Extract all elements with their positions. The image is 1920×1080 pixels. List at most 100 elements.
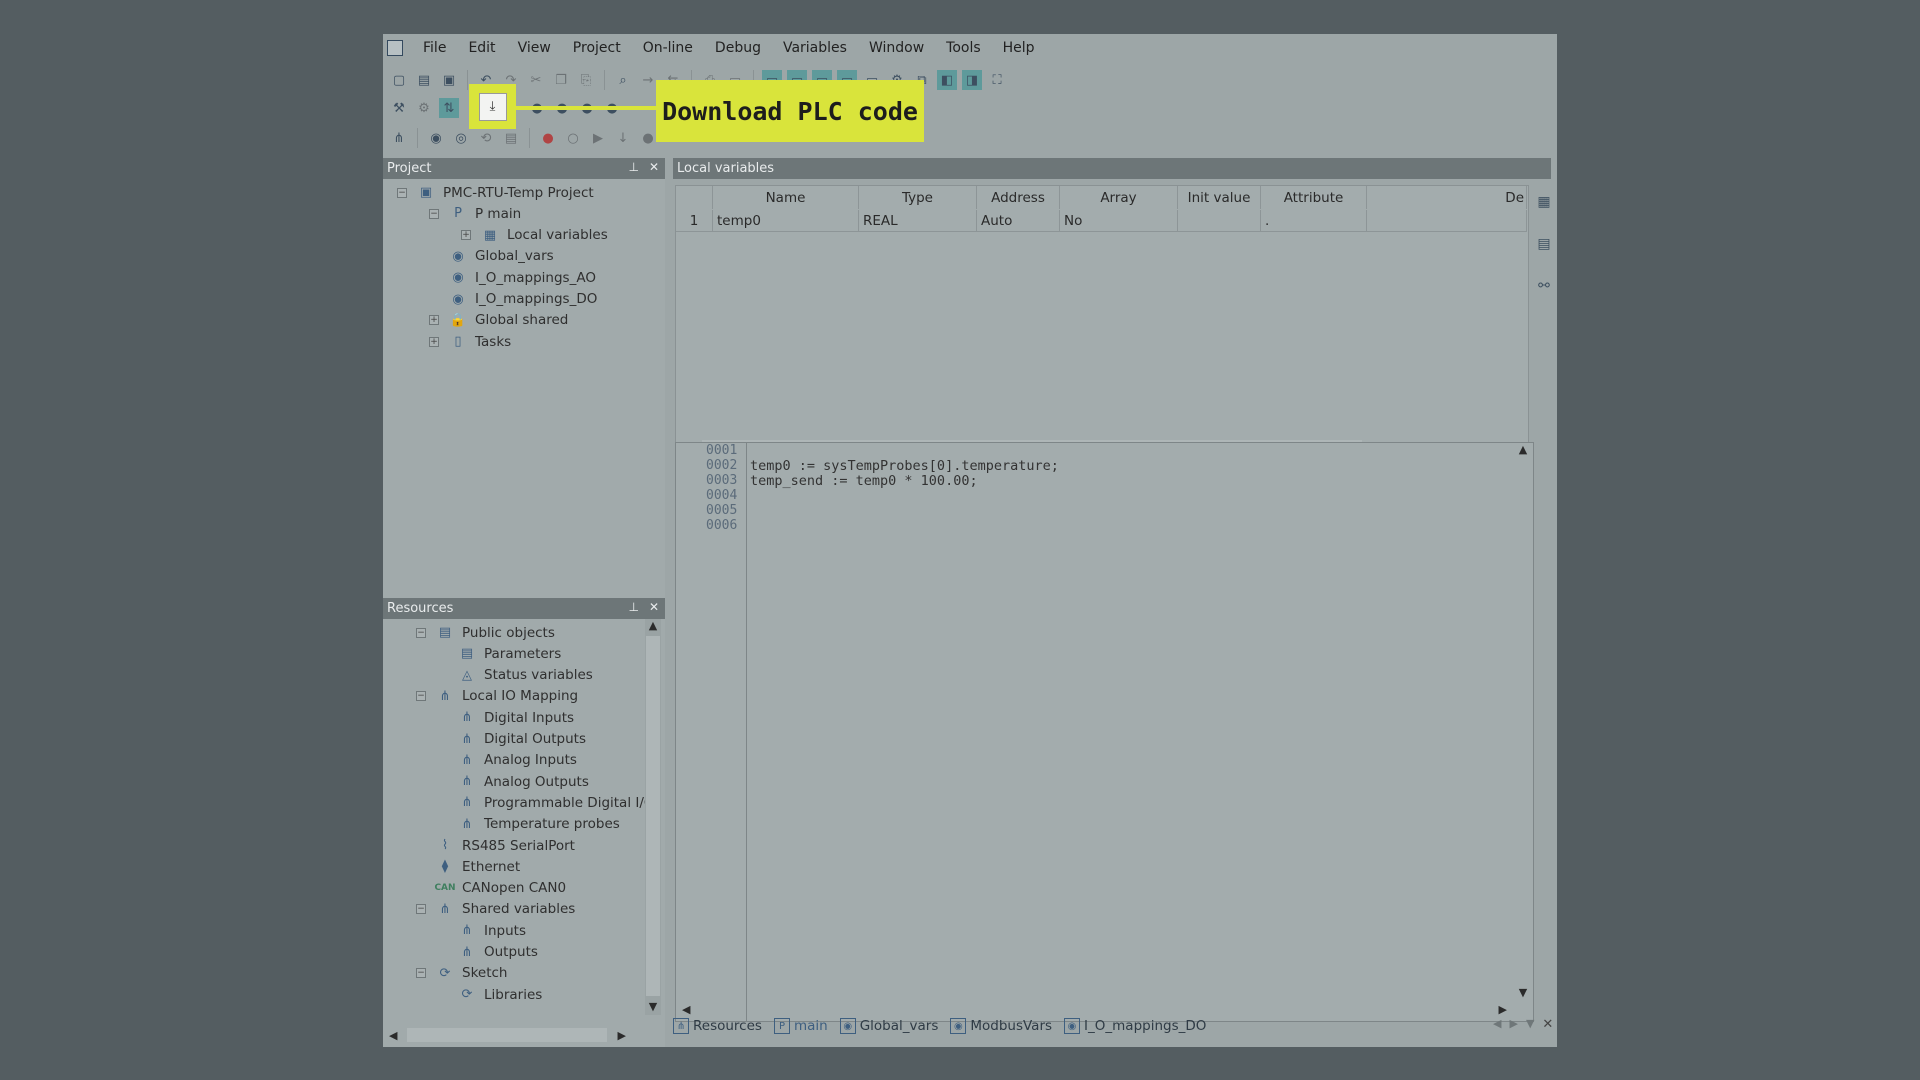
menu-online[interactable]: On-line: [643, 40, 693, 56]
tab-prev-icon[interactable]: ◀: [1493, 1017, 1501, 1032]
expand-toggle-icon[interactable]: −: [397, 187, 407, 198]
col-description[interactable]: De: [1367, 186, 1527, 209]
cell-attribute[interactable]: .: [1261, 210, 1367, 232]
expand-toggle-icon[interactable]: −: [416, 627, 426, 638]
tree-item[interactable]: ⋔ Digital Outputs: [438, 729, 586, 750]
code-line[interactable]: temp_send := temp0 * 100.00;: [750, 473, 978, 489]
resources-vscroll[interactable]: ▲ ▼: [645, 619, 661, 1015]
tree-item[interactable]: ◉ I_O_mappings_DO: [429, 289, 597, 310]
record-icon[interactable]: ●: [638, 128, 658, 148]
tab-next-icon[interactable]: ▶: [1509, 1017, 1517, 1032]
tree-item[interactable]: ⋔ Temperature probes: [438, 814, 620, 835]
scroll-right-icon[interactable]: ▶: [1498, 1003, 1506, 1016]
table-row[interactable]: 1 temp0 REAL Auto No .: [676, 210, 1527, 232]
menu-tools[interactable]: Tools: [946, 40, 981, 56]
scroll-up-icon[interactable]: ▲: [649, 619, 657, 632]
menu-view[interactable]: View: [518, 40, 551, 56]
expand-toggle-icon[interactable]: −: [416, 691, 426, 702]
simulation-icon[interactable]: ◎: [451, 128, 471, 148]
watch-icon[interactable]: ◨: [962, 70, 982, 90]
paste-icon[interactable]: ⎘: [576, 70, 596, 90]
menu-window[interactable]: Window: [869, 40, 924, 56]
expand-toggle-icon[interactable]: −: [429, 208, 439, 219]
new-project-icon[interactable]: ▢: [389, 70, 409, 90]
cell-description[interactable]: [1367, 210, 1527, 232]
find-icon[interactable]: ⌕: [613, 70, 633, 90]
col-address[interactable]: Address: [977, 186, 1060, 209]
tree-item[interactable]: ⋔ Digital Inputs: [438, 707, 575, 728]
cell-name[interactable]: temp0: [713, 210, 859, 232]
tab-io-mappings-do[interactable]: ◉ I_O_mappings_DO: [1064, 1018, 1206, 1034]
tree-item[interactable]: ⟳ Libraries: [438, 984, 543, 1005]
stop-icon[interactable]: ●: [538, 128, 558, 148]
pin-icon[interactable]: ⊥: [628, 600, 638, 614]
panel-toggle-icon[interactable]: ◧: [937, 70, 957, 90]
expand-toggle-icon[interactable]: +: [461, 230, 471, 241]
tab-list-icon[interactable]: ▼: [1526, 1017, 1534, 1032]
fullscreen-icon[interactable]: ⛶: [987, 70, 1007, 90]
tree-item[interactable]: + ▯ Tasks: [429, 331, 511, 352]
tree-item[interactable]: − P P main: [429, 203, 521, 224]
cell-type[interactable]: REAL: [859, 210, 977, 232]
tree-item[interactable]: ◬ Status variables: [438, 665, 593, 686]
menu-file[interactable]: File: [423, 40, 446, 56]
close-icon[interactable]: ✕: [649, 600, 659, 614]
glasses-icon[interactable]: ⚯: [1533, 275, 1555, 297]
tree-item[interactable]: CAN CANopen CAN0: [416, 878, 566, 899]
tab-modbus-vars[interactable]: ◉ ModbusVars: [950, 1018, 1052, 1034]
find-next-icon[interactable]: →: [638, 70, 658, 90]
expand-toggle-icon[interactable]: −: [416, 968, 426, 979]
col-name[interactable]: Name: [713, 186, 859, 209]
grid-view-icon[interactable]: ▦: [1533, 191, 1555, 213]
connect-icon[interactable]: ⇅: [439, 98, 459, 118]
tree-item[interactable]: ⋔ Programmable Digital I/O: [438, 792, 655, 813]
compile-icon[interactable]: ⚒: [389, 98, 409, 118]
tree-item[interactable]: ⋔ Analog Outputs: [438, 771, 589, 792]
menu-help[interactable]: Help: [1003, 40, 1035, 56]
tree-item[interactable]: − ▣ PMC-RTU-Temp Project: [397, 182, 594, 203]
resources-hscroll[interactable]: ◀ ▶: [383, 1025, 645, 1045]
code-editor[interactable]: 0001 0002 0003 0004 0005 0006 temp0 := s…: [675, 442, 1534, 1022]
online-icon[interactable]: ◉: [426, 128, 446, 148]
reset-icon[interactable]: ⟲: [476, 128, 496, 148]
open-icon[interactable]: ▤: [414, 70, 434, 90]
scroll-down-icon[interactable]: ▼: [649, 1000, 657, 1013]
tree-item[interactable]: ⋔ Inputs: [438, 920, 526, 941]
tree-item[interactable]: ▤ Parameters: [438, 643, 561, 664]
menu-project[interactable]: Project: [573, 40, 621, 56]
col-attribute[interactable]: Attribute: [1261, 186, 1367, 209]
step-icon[interactable]: ↓: [613, 128, 633, 148]
scroll-left-icon[interactable]: ◀: [389, 1029, 397, 1042]
code-line[interactable]: temp0 := sysTempProbes[0].temperature;: [750, 458, 1059, 474]
download-plc-button[interactable]: ⤓: [478, 92, 507, 121]
scroll-down-icon[interactable]: ▼: [1519, 986, 1527, 999]
tree-item[interactable]: + 🔒 Global shared: [429, 310, 568, 331]
code-vscroll[interactable]: ▲ ▼: [1515, 443, 1531, 999]
tree-item[interactable]: ⌇ RS485 SerialPort: [416, 835, 575, 856]
tree-item[interactable]: ⋔ Outputs: [438, 942, 538, 963]
tab-main[interactable]: Pmain: [773, 1018, 828, 1034]
scroll-thumb[interactable]: [407, 1028, 608, 1042]
tree-item[interactable]: − ⟳ Sketch: [416, 963, 507, 984]
pause-icon[interactable]: ○: [563, 128, 583, 148]
cut-icon[interactable]: ✂: [526, 70, 546, 90]
tree-item[interactable]: ◉ Global_vars: [429, 246, 553, 267]
run-icon[interactable]: ▶: [588, 128, 608, 148]
copy-icon[interactable]: ❐: [551, 70, 571, 90]
close-tab-icon[interactable]: ✕: [1542, 1017, 1553, 1032]
col-init-value[interactable]: Init value: [1178, 186, 1261, 209]
tree-item[interactable]: ⋔ Analog Inputs: [438, 750, 577, 771]
pin-icon[interactable]: ⊥: [628, 160, 638, 174]
scroll-thumb[interactable]: [646, 636, 660, 996]
tab-global-vars[interactable]: ◉ Global_vars: [839, 1018, 938, 1034]
col-array[interactable]: Array: [1060, 186, 1178, 209]
tree-item[interactable]: ◉ I_O_mappings_AO: [429, 267, 596, 288]
close-icon[interactable]: ✕: [649, 160, 659, 174]
expand-toggle-icon[interactable]: −: [416, 904, 426, 915]
tree-item[interactable]: − ⋔ Local IO Mapping: [416, 686, 578, 707]
tree-toggle-icon[interactable]: ⋔: [389, 128, 409, 148]
cell-array[interactable]: No: [1060, 210, 1178, 232]
build-icon[interactable]: ⚙: [414, 98, 434, 118]
tree-item[interactable]: + ▦ Local variables: [461, 225, 608, 246]
tree-item[interactable]: − ⋔ Shared variables: [416, 899, 575, 920]
